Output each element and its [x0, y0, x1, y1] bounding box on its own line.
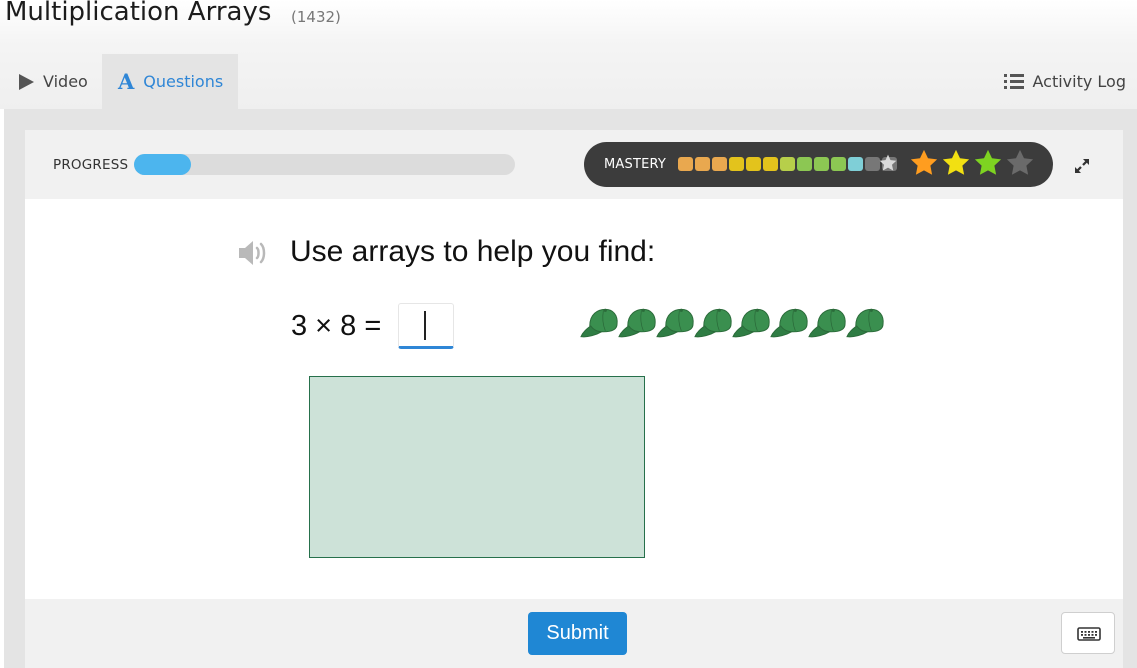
activity-log-label: Activity Log [1032, 72, 1127, 91]
mastery-segment [831, 157, 846, 171]
mastery-segments [678, 157, 897, 171]
mastery-segment [695, 157, 710, 171]
mastery-segment [814, 157, 829, 171]
star-icon [974, 149, 1002, 175]
page-title: Multiplication Arrays [5, 0, 272, 27]
answer-field[interactable] [398, 303, 454, 349]
cap-icon [618, 308, 656, 338]
activity-log-button[interactable]: Activity Log [1003, 54, 1127, 109]
text-caret [424, 311, 426, 340]
keyboard-icon [1077, 627, 1101, 641]
question-prompt: Use arrays to help you find: [290, 235, 656, 268]
equation-text: 3 × 8 = [291, 310, 382, 342]
star-icon [1006, 149, 1034, 175]
cap-icon [580, 308, 618, 338]
cap-row [580, 306, 884, 342]
mastery-label: MASTERY [604, 157, 667, 172]
mastery-segment [797, 157, 812, 171]
mastery-panel: MASTERY [584, 142, 1053, 187]
answer-input[interactable] [399, 304, 453, 346]
cap-icon [656, 308, 694, 338]
tab-questions-label: Questions [143, 72, 224, 91]
progress-bar [134, 154, 515, 175]
cap-icon [846, 308, 884, 338]
star-icon [942, 149, 970, 175]
star-icon [910, 149, 938, 175]
progress-fill [134, 154, 192, 175]
keyboard-button[interactable] [1061, 612, 1115, 654]
tab-video[interactable]: Video [0, 54, 102, 109]
play-icon [19, 73, 34, 90]
mastery-segment [763, 157, 778, 171]
progress-label: PROGRESS [53, 157, 129, 173]
expand-icon[interactable] [1072, 156, 1092, 176]
mastery-stars [909, 148, 1035, 178]
cap-icon [732, 308, 770, 338]
cap-icon [770, 308, 808, 338]
speaker-icon[interactable] [237, 240, 269, 266]
mastery-segment [746, 157, 761, 171]
submit-button[interactable]: Submit [528, 612, 627, 655]
mastery-segment [712, 157, 727, 171]
cap-icon [694, 308, 732, 338]
a-icon: A [118, 69, 135, 94]
mini-star-icon [879, 154, 897, 171]
tab-video-label: Video [43, 72, 88, 91]
array-drawing-area[interactable] [309, 376, 645, 558]
cap-icon [808, 308, 846, 338]
skill-code: (1432) [291, 8, 341, 26]
tab-questions[interactable]: A Questions [102, 54, 238, 109]
mastery-segment [848, 157, 863, 171]
list-icon [1003, 73, 1024, 90]
mastery-segment [678, 157, 693, 171]
mastery-segment [780, 157, 795, 171]
mastery-segment [729, 157, 744, 171]
